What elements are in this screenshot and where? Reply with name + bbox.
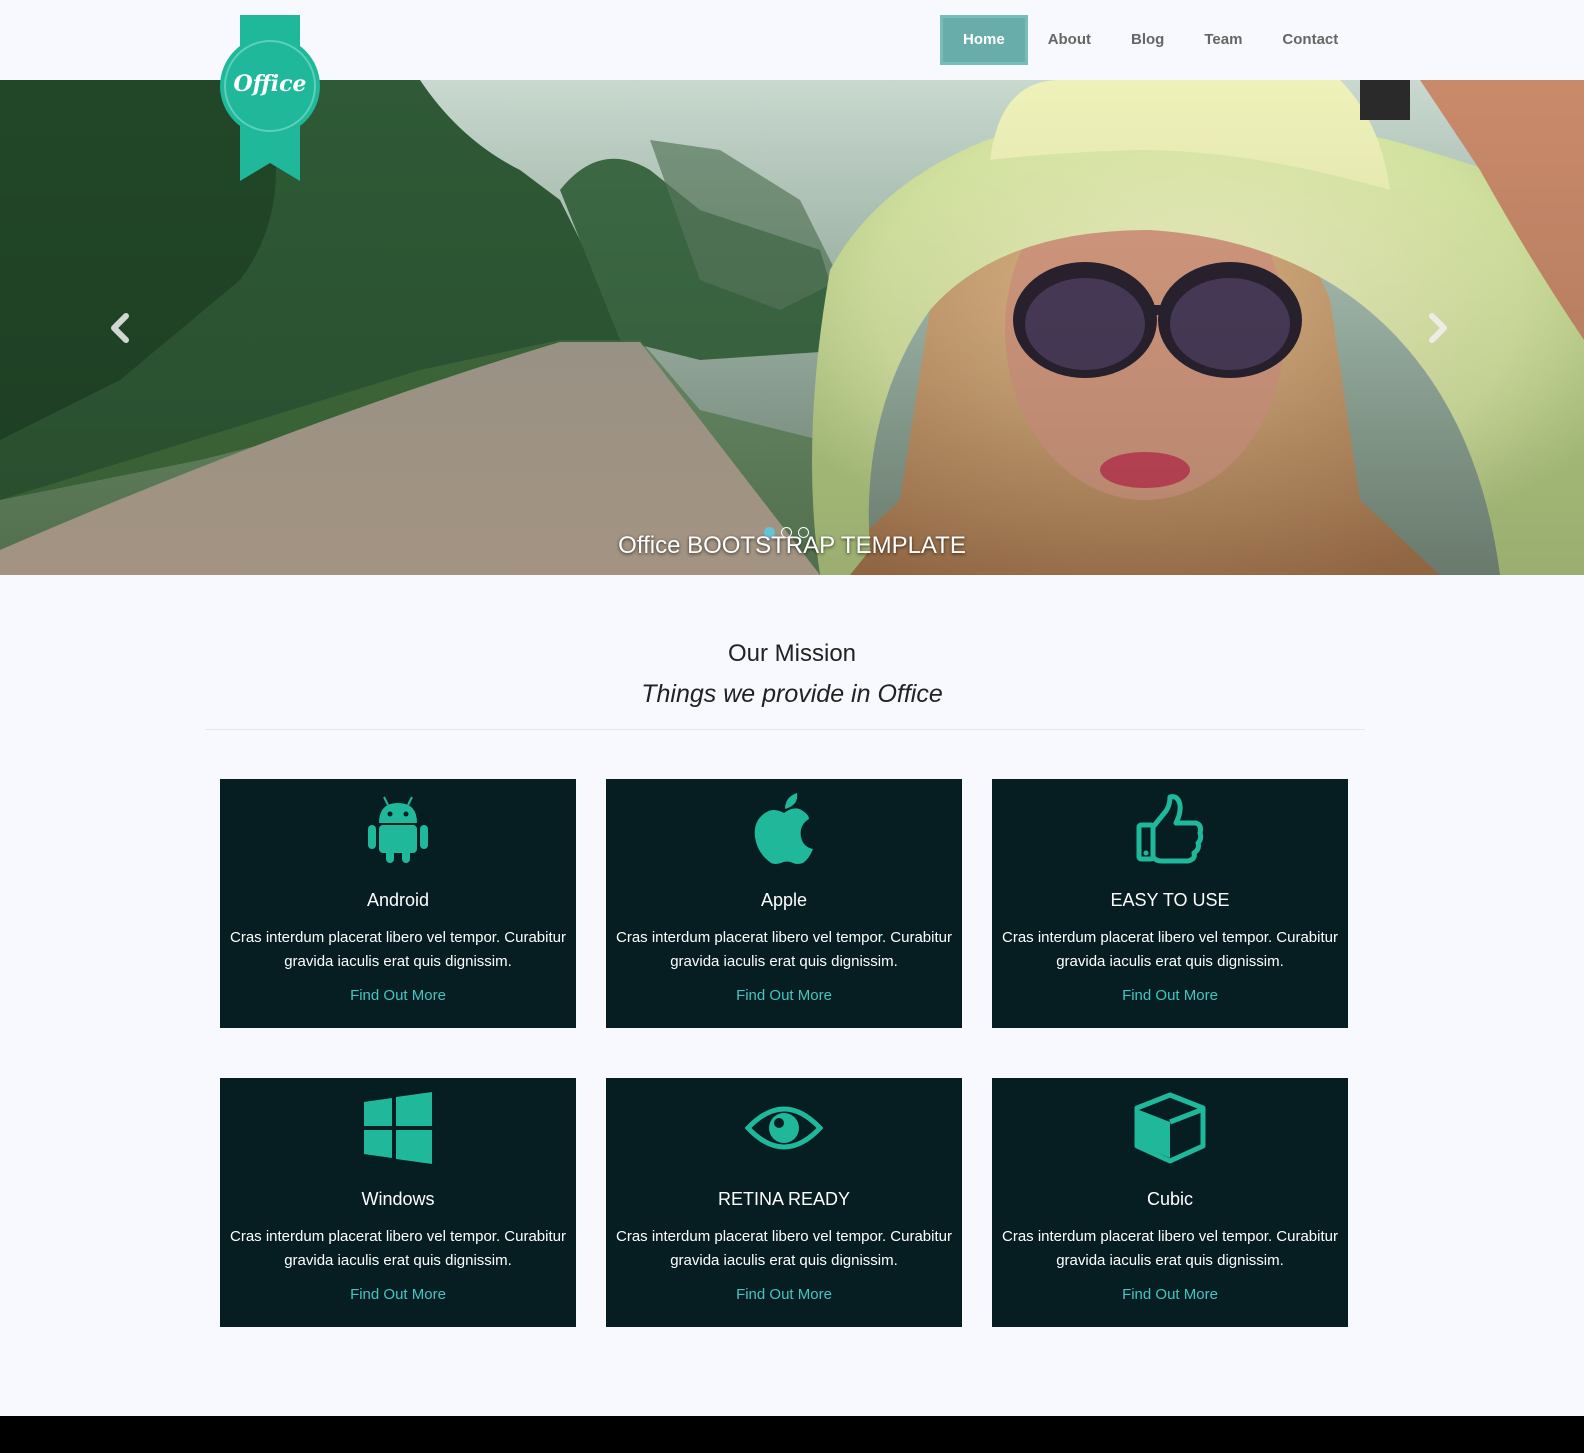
nav-blog[interactable]: Blog: [1111, 15, 1184, 65]
feature-card-cubic: Cubic Cras interdum placerat libero vel …: [992, 1078, 1348, 1327]
find-out-more-link[interactable]: Find Out More: [220, 1286, 576, 1303]
windows-icon: [364, 1091, 432, 1164]
feature-description: Cras interdum placerat libero vel tempor…: [616, 929, 952, 970]
eye-icon: [745, 1106, 823, 1149]
feature-title: Android: [366, 890, 430, 910]
main-nav: Home About Blog Team Contact: [940, 15, 1358, 65]
find-out-more-link[interactable]: Find Out More: [992, 987, 1348, 1004]
android-icon: [368, 796, 428, 863]
nav-contact[interactable]: Contact: [1262, 15, 1358, 65]
feature-title: EASY TO USE: [1110, 890, 1230, 910]
feature-description: Cras interdum placerat libero vel tempor…: [1002, 929, 1338, 970]
section-subtitle: Things we provide in Office: [641, 680, 943, 708]
nav-about[interactable]: About: [1028, 15, 1111, 65]
feature-card-windows: Windows Cras interdum placerat libero ve…: [220, 1078, 576, 1327]
feature-title: Windows: [361, 1189, 435, 1209]
feature-title: Apple: [760, 890, 808, 910]
find-out-more-link[interactable]: Find Out More: [606, 987, 962, 1004]
feature-card-retina-ready: RETINA READY Cras interdum placerat libe…: [606, 1078, 962, 1327]
cube-icon: [1134, 1092, 1206, 1163]
feature-card-easy-to-use: EASY TO USE Cras interdum placerat liber…: [992, 779, 1348, 1028]
feature-description: Cras interdum placerat libero vel tempor…: [616, 1228, 952, 1269]
apple-icon: [754, 792, 813, 864]
find-out-more-link[interactable]: Find Out More: [992, 1286, 1348, 1303]
feature-card-android: Android Cras interdum placerat libero ve…: [220, 779, 576, 1028]
logo-text: Office: [233, 71, 307, 97]
section-title: Our Mission: [727, 640, 857, 667]
nav-home[interactable]: Home: [940, 15, 1028, 65]
find-out-more-link[interactable]: Find Out More: [606, 1286, 962, 1303]
feature-card-apple: Apple Cras interdum placerat libero vel …: [606, 779, 962, 1028]
site-footer: [0, 1416, 1584, 1453]
thumbs-up-icon: [1136, 793, 1204, 863]
feature-title: RETINA READY: [717, 1189, 851, 1209]
find-out-more-link[interactable]: Find Out More: [220, 987, 576, 1004]
nav-team[interactable]: Team: [1184, 15, 1262, 65]
feature-description: Cras interdum placerat libero vel tempor…: [230, 929, 566, 970]
chevron-left-icon: [111, 313, 129, 343]
carousel-prev-button[interactable]: [100, 308, 140, 348]
carousel-next-button[interactable]: [1418, 308, 1458, 348]
feature-title: Cubic: [1146, 1189, 1194, 1209]
carousel-caption: Office BOOTSTRAP TEMPLATE: [618, 532, 966, 559]
logo-badge[interactable]: Office: [220, 15, 320, 185]
feature-description: Cras interdum placerat libero vel tempor…: [230, 1228, 566, 1269]
chevron-right-icon: [1429, 313, 1447, 343]
section-divider: [205, 729, 1365, 730]
ribbon-icon: [220, 15, 320, 181]
feature-description: Cras interdum placerat libero vel tempor…: [1002, 1228, 1338, 1269]
